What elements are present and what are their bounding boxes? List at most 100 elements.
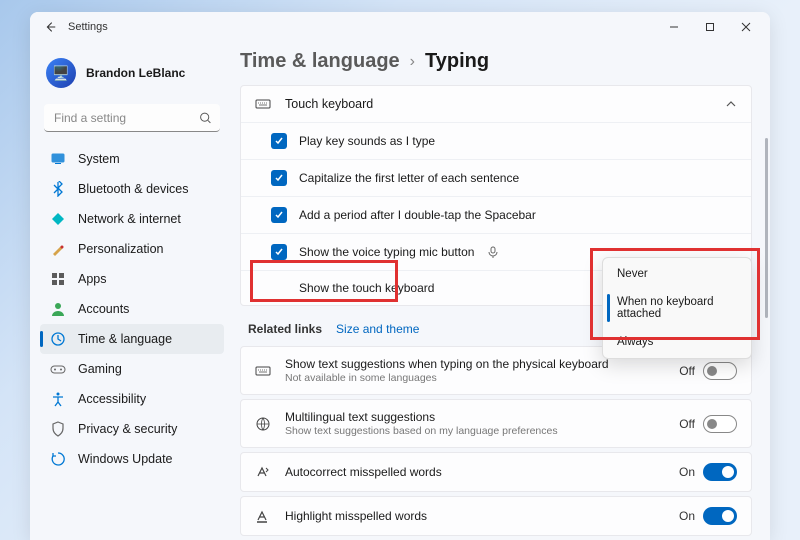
sidebar-item-system[interactable]: System [40, 144, 224, 174]
checkbox[interactable] [271, 133, 287, 149]
touch-keyboard-row[interactable]: Add a period after I double-tap the Spac… [241, 196, 751, 233]
toggle-state-label: Off [679, 364, 695, 378]
sidebar-item-label: System [78, 152, 120, 166]
checkbox[interactable] [271, 170, 287, 186]
page-title: Typing [425, 50, 489, 73]
maximize-icon [705, 22, 715, 32]
sidebar: 🖥️ Brandon LeBlanc System Bluetooth & dev… [30, 42, 230, 540]
related-link-size-theme[interactable]: Size and theme [336, 322, 419, 336]
setting-subtitle: Not available in some languages [285, 372, 665, 384]
autocorrect-icon [255, 464, 271, 480]
privacy-icon [50, 421, 66, 437]
system-icon [50, 151, 66, 167]
setting-row[interactable]: Multilingual text suggestionsShow text s… [240, 399, 752, 448]
breadcrumb-parent[interactable]: Time & language [240, 50, 400, 73]
sidebar-item-bluetooth[interactable]: Bluetooth & devices [40, 174, 224, 204]
sidebar-item-label: Privacy & security [78, 422, 177, 436]
row-label: Play key sounds as I type [299, 134, 435, 148]
touch-keyboard-row[interactable]: Capitalize the first letter of each sent… [241, 159, 751, 196]
row-label: Add a period after I double-tap the Spac… [299, 208, 536, 222]
window-controls [656, 13, 764, 41]
titlebar: Settings [30, 12, 770, 42]
sidebar-item-label: Personalization [78, 242, 163, 256]
sidebar-item-label: Bluetooth & devices [78, 182, 189, 196]
setting-subtitle: Show text suggestions based on my langua… [285, 425, 665, 437]
sidebar-item-label: Apps [78, 272, 107, 286]
highlight-icon [255, 508, 271, 524]
sidebar-item-gaming[interactable]: Gaming [40, 354, 224, 384]
setting-row[interactable]: Highlight misspelled words On [240, 496, 752, 536]
row-label: Capitalize the first letter of each sent… [299, 171, 519, 185]
network-icon [50, 211, 66, 227]
breadcrumb: Time & language › Typing [240, 50, 752, 73]
accounts-icon [50, 301, 66, 317]
personalization-icon [50, 241, 66, 257]
row-label: Show the touch keyboard [299, 281, 434, 295]
maximize-button[interactable] [692, 13, 728, 41]
sidebar-item-apps[interactable]: Apps [40, 264, 224, 294]
multilingual-icon [255, 416, 271, 432]
toggle[interactable] [703, 463, 737, 481]
setting-title: Highlight misspelled words [285, 509, 665, 523]
checkbox[interactable] [271, 207, 287, 223]
setting-title: Multilingual text suggestions [285, 410, 665, 424]
checkbox[interactable] [271, 244, 287, 260]
profile-name: Brandon LeBlanc [86, 66, 185, 80]
setting-row[interactable]: Autocorrect misspelled words On [240, 452, 752, 492]
bluetooth-icon [50, 181, 66, 197]
sidebar-item-label: Time & language [78, 332, 172, 346]
settings-window: Settings 🖥️ Brandon LeBlanc System Blueto… [30, 12, 770, 540]
arrow-left-icon [43, 20, 57, 34]
minimize-button[interactable] [656, 13, 692, 41]
update-icon [50, 451, 66, 467]
toggle[interactable] [703, 507, 737, 525]
setting-title: Show text suggestions when typing on the… [285, 357, 665, 371]
panel-title: Touch keyboard [285, 97, 373, 111]
sidebar-item-update[interactable]: Windows Update [40, 444, 224, 474]
avatar: 🖥️ [46, 58, 76, 88]
touch-keyboard-row[interactable]: Play key sounds as I type [241, 122, 751, 159]
gaming-icon [50, 361, 66, 377]
dropdown-item[interactable]: Always [605, 328, 749, 356]
scrollbar[interactable] [765, 138, 768, 530]
mic-icon [488, 246, 498, 258]
dropdown-item[interactable]: When no keyboard attached [605, 288, 749, 328]
minimize-icon [669, 22, 679, 32]
chevron-up-icon [725, 98, 737, 110]
touch-keyboard-header[interactable]: Touch keyboard [241, 86, 751, 122]
scrollbar-thumb[interactable] [765, 138, 768, 318]
sidebar-item-privacy[interactable]: Privacy & security [40, 414, 224, 444]
dropdown-item[interactable]: Never [605, 260, 749, 288]
toggle[interactable] [703, 362, 737, 380]
close-icon [741, 22, 751, 32]
window-title: Settings [68, 21, 108, 33]
keyboard-icon [255, 363, 271, 379]
toggle[interactable] [703, 415, 737, 433]
sidebar-item-label: Gaming [78, 362, 122, 376]
sidebar-item-label: Accounts [78, 302, 129, 316]
sidebar-item-label: Accessibility [78, 392, 146, 406]
keyboard-icon [255, 96, 271, 112]
time-icon [50, 331, 66, 347]
profile[interactable]: 🖥️ Brandon LeBlanc [40, 48, 224, 102]
chevron-right-icon: › [410, 53, 415, 71]
toggle-state-label: On [679, 465, 695, 479]
setting-title: Autocorrect misspelled words [285, 465, 665, 479]
sidebar-item-personalization[interactable]: Personalization [40, 234, 224, 264]
close-button[interactable] [728, 13, 764, 41]
sidebar-item-network[interactable]: Network & internet [40, 204, 224, 234]
show-touch-keyboard-dropdown[interactable]: NeverWhen no keyboard attachedAlways [602, 257, 752, 359]
sidebar-item-label: Windows Update [78, 452, 173, 466]
sidebar-item-accessibility[interactable]: Accessibility [40, 384, 224, 414]
search-box [44, 104, 220, 132]
sidebar-item-time[interactable]: Time & language [40, 324, 224, 354]
search-input[interactable] [44, 104, 220, 132]
apps-icon [50, 271, 66, 287]
sidebar-item-accounts[interactable]: Accounts [40, 294, 224, 324]
related-label: Related links [248, 322, 322, 336]
content: Time & language › Typing Touch keyboard … [230, 42, 770, 540]
back-button[interactable] [36, 13, 64, 41]
toggle-state-label: Off [679, 417, 695, 431]
row-label: Show the voice typing mic button [299, 245, 474, 259]
toggle-state-label: On [679, 509, 695, 523]
